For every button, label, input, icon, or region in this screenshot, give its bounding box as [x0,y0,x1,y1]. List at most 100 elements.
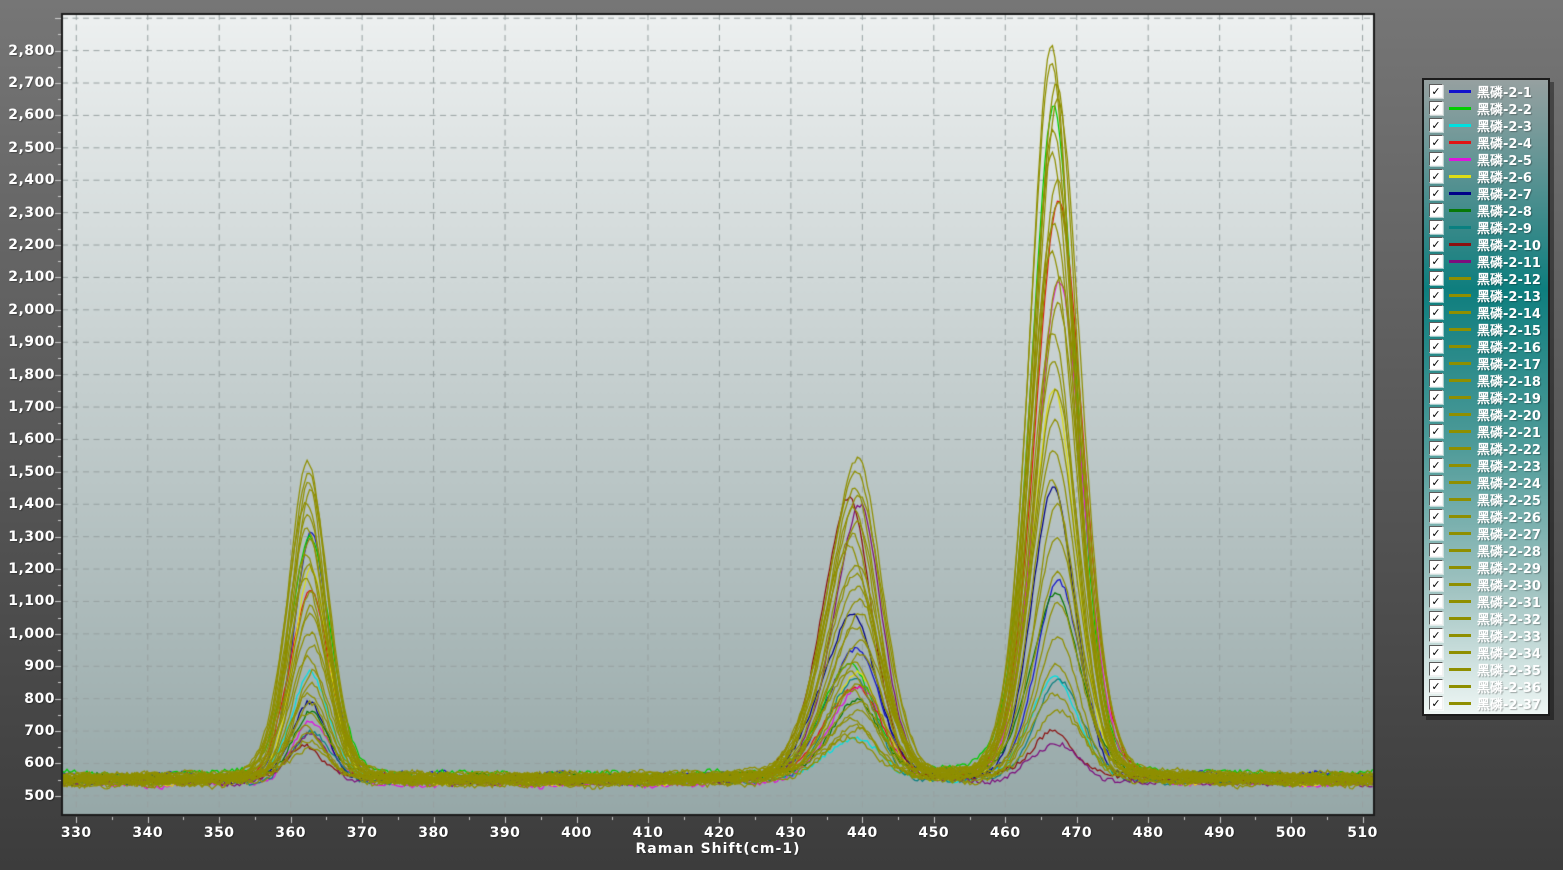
legend-checkbox-checked[interactable]: ✓ [1429,628,1443,642]
legend-line-swatch [1449,396,1471,399]
legend-row: ✓黑磷-2-30 [1429,576,1548,592]
legend-checkbox-checked[interactable]: ✓ [1429,407,1443,421]
legend-line-swatch [1449,209,1471,212]
legend-checkbox-checked[interactable]: ✓ [1429,373,1443,387]
legend-row: ✓黑磷-2-26 [1429,508,1548,524]
legend-line-swatch [1449,192,1471,195]
y-tick-label: 2,400 [0,171,55,189]
legend-checkbox-checked[interactable]: ✓ [1429,356,1443,370]
y-tick-label: 2,200 [0,236,55,254]
y-tick-label: 1,500 [0,463,55,481]
y-tick-label: 1,900 [0,333,55,351]
x-tick-label: 500 [1259,824,1323,842]
legend-checkbox-checked[interactable]: ✓ [1429,611,1443,625]
legend-row: ✓黑磷-2-4 [1429,134,1548,150]
legend-checkbox-checked[interactable]: ✓ [1429,594,1443,608]
legend-row: ✓黑磷-2-31 [1429,593,1548,609]
legend-checkbox-checked[interactable]: ✓ [1429,424,1443,438]
y-tick-label: 1,700 [0,398,55,416]
legend: ✓黑磷-2-1✓黑磷-2-2✓黑磷-2-3✓黑磷-2-4✓黑磷-2-5✓黑磷-2… [1422,78,1550,716]
legend-line-swatch [1449,447,1471,450]
legend-checkbox-checked[interactable]: ✓ [1429,458,1443,472]
chart-canvas [0,0,1563,870]
y-tick-label: 500 [0,787,55,805]
legend-line-swatch [1449,498,1471,501]
legend-checkbox-checked[interactable]: ✓ [1429,186,1443,200]
legend-row: ✓黑磷-2-17 [1429,355,1548,371]
x-axis-title: Raman Shift(cm-1) [62,841,1374,857]
x-tick-label: 380 [402,824,466,842]
x-tick-label: 460 [973,824,1037,842]
legend-checkbox-checked[interactable]: ✓ [1429,305,1443,319]
y-tick-label: 1,400 [0,495,55,513]
legend-checkbox-checked[interactable]: ✓ [1429,84,1443,98]
x-tick-label: 430 [759,824,823,842]
legend-checkbox-checked[interactable]: ✓ [1429,509,1443,523]
legend-row: ✓黑磷-2-25 [1429,491,1548,507]
x-tick-label: 360 [259,824,323,842]
x-tick-label: 400 [545,824,609,842]
y-tick-label: 800 [0,690,55,708]
legend-line-swatch [1449,124,1471,127]
legend-checkbox-checked[interactable]: ✓ [1429,237,1443,251]
y-tick-label: 1,200 [0,560,55,578]
x-tick-label: 440 [830,824,894,842]
legend-row: ✓黑磷-2-6 [1429,168,1548,184]
x-tick-label: 350 [187,824,251,842]
y-tick-label: 2,600 [0,106,55,124]
legend-row: ✓黑磷-2-34 [1429,644,1548,660]
legend-checkbox-checked[interactable]: ✓ [1429,679,1443,693]
legend-checkbox-checked[interactable]: ✓ [1429,322,1443,336]
legend-checkbox-checked[interactable]: ✓ [1429,662,1443,676]
legend-checkbox-checked[interactable]: ✓ [1429,118,1443,132]
y-tick-label: 2,100 [0,268,55,286]
legend-checkbox-checked[interactable]: ✓ [1429,220,1443,234]
legend-row: ✓黑磷-2-7 [1429,185,1548,201]
legend-row: ✓黑磷-2-28 [1429,542,1548,558]
legend-checkbox-checked[interactable]: ✓ [1429,696,1443,710]
x-tick-label: 490 [1188,824,1252,842]
x-tick-label: 410 [616,824,680,842]
legend-series-label: 黑磷-2-37 [1477,694,1541,713]
y-tick-label: 2,700 [0,74,55,92]
y-tick-label: 1,800 [0,366,55,384]
legend-row: ✓黑磷-2-24 [1429,474,1548,490]
legend-row: ✓黑磷-2-2 [1429,100,1548,116]
legend-row: ✓黑磷-2-1 [1429,83,1548,99]
raman-spectra-app: { "colors": { "outer_background_top": "#… [0,0,1563,870]
legend-line-swatch [1449,107,1471,110]
legend-row: ✓黑磷-2-23 [1429,457,1548,473]
legend-line-swatch [1449,175,1471,178]
legend-row: ✓黑磷-2-11 [1429,253,1548,269]
legend-line-swatch [1449,481,1471,484]
legend-row: ✓黑磷-2-21 [1429,423,1548,439]
legend-checkbox-checked[interactable]: ✓ [1429,543,1443,557]
legend-checkbox-checked[interactable]: ✓ [1429,390,1443,404]
legend-row: ✓黑磷-2-14 [1429,304,1548,320]
legend-checkbox-checked[interactable]: ✓ [1429,169,1443,183]
legend-checkbox-checked[interactable]: ✓ [1429,526,1443,540]
legend-checkbox-checked[interactable]: ✓ [1429,577,1443,591]
legend-row: ✓黑磷-2-3 [1429,117,1548,133]
legend-checkbox-checked[interactable]: ✓ [1429,560,1443,574]
y-tick-label: 2,500 [0,139,55,157]
legend-checkbox-checked[interactable]: ✓ [1429,645,1443,659]
legend-checkbox-checked[interactable]: ✓ [1429,254,1443,268]
legend-checkbox-checked[interactable]: ✓ [1429,492,1443,506]
y-tick-label: 1,600 [0,430,55,448]
y-tick-label: 600 [0,754,55,772]
legend-checkbox-checked[interactable]: ✓ [1429,339,1443,353]
legend-checkbox-checked[interactable]: ✓ [1429,203,1443,217]
legend-row: ✓黑磷-2-20 [1429,406,1548,422]
legend-checkbox-checked[interactable]: ✓ [1429,271,1443,285]
legend-checkbox-checked[interactable]: ✓ [1429,441,1443,455]
legend-checkbox-checked[interactable]: ✓ [1429,135,1443,149]
legend-line-swatch [1449,243,1471,246]
legend-line-swatch [1449,141,1471,144]
legend-checkbox-checked[interactable]: ✓ [1429,288,1443,302]
legend-line-swatch [1449,532,1471,535]
legend-checkbox-checked[interactable]: ✓ [1429,101,1443,115]
legend-checkbox-checked[interactable]: ✓ [1429,152,1443,166]
legend-row: ✓黑磷-2-22 [1429,440,1548,456]
legend-checkbox-checked[interactable]: ✓ [1429,475,1443,489]
